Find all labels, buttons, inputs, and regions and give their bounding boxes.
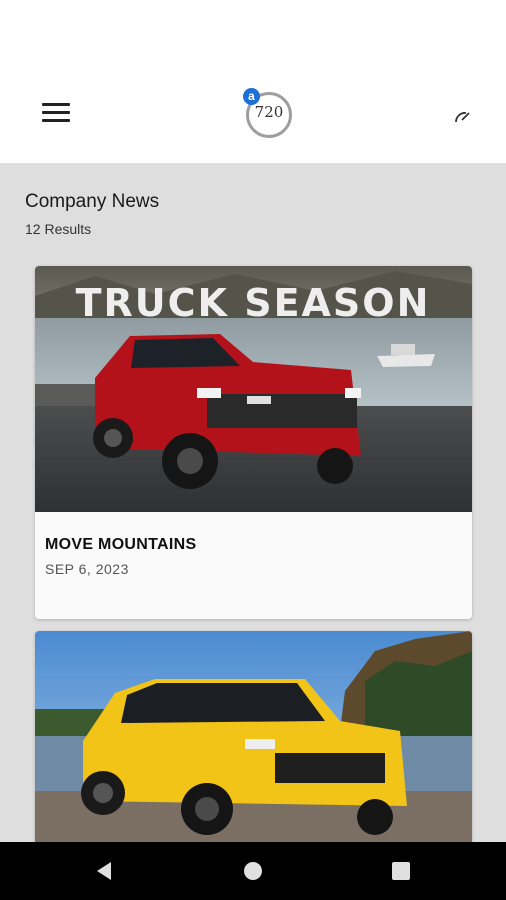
gauge-icon[interactable] (452, 104, 476, 128)
app-logo: 720 a (238, 86, 298, 146)
news-card-body: MOVE MOUNTAINS SEP 6, 2023 (35, 512, 472, 619)
logo-number: 720 (254, 103, 284, 121)
news-card-title: MOVE MOUNTAINS (45, 536, 197, 553)
menu-icon-bar (42, 111, 70, 114)
logo-badge: a (243, 88, 260, 105)
home-icon[interactable] (240, 858, 266, 884)
system-navigation-bar (0, 842, 506, 900)
back-icon[interactable] (92, 858, 118, 884)
section-title: Company News (25, 191, 160, 212)
app-bar: 720 a (0, 70, 506, 163)
image-headline: TRUCK SEASON (76, 281, 431, 325)
menu-icon-bar (42, 103, 70, 106)
results-count: 12 Results (25, 221, 92, 237)
recents-icon[interactable] (388, 858, 414, 884)
news-card[interactable]: TRUCK SEASON MOVE MOUNTAINS SEP 6, 2023 (35, 266, 472, 619)
news-card-image: TRUCK SEASON (35, 266, 472, 512)
status-bar (0, 0, 506, 70)
news-card-image (35, 631, 472, 846)
menu-icon-bar (42, 119, 70, 122)
news-card[interactable] (35, 631, 472, 846)
menu-button[interactable] (36, 96, 76, 130)
news-card-date: SEP 6, 2023 (45, 561, 129, 577)
